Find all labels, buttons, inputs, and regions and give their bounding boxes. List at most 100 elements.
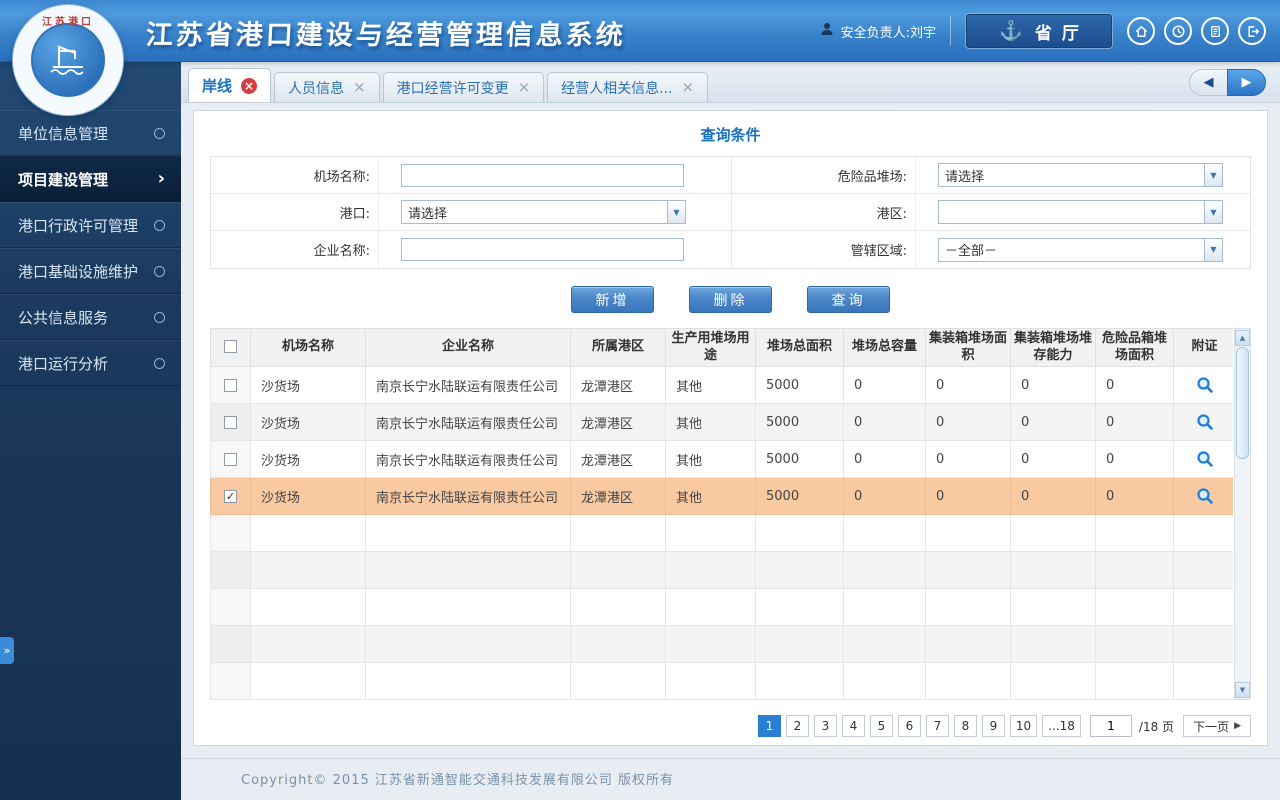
row-checkbox[interactable]: ✓ (224, 489, 237, 503)
select-box[interactable]: 请选择 ▼ (938, 163, 1223, 187)
page-button-5[interactable]: 5 (869, 715, 893, 737)
empty-cell (570, 588, 666, 626)
logout-icon[interactable] (1238, 17, 1266, 45)
tab-3[interactable]: 港口经营许可变更 × (382, 72, 545, 102)
view-attachment-icon[interactable] (1196, 487, 1214, 505)
empty-cell (1095, 588, 1174, 626)
empty-cell (925, 662, 1011, 700)
province-office-button[interactable]: ⚓ 省厅 (965, 13, 1113, 49)
select-all-checkbox[interactable] (224, 340, 237, 354)
empty-cell (210, 551, 251, 589)
empty-cell (365, 588, 571, 626)
next-page-label: 下一页 (1193, 719, 1230, 734)
page-button-8[interactable]: 8 (953, 715, 977, 737)
table-cell: 0 (843, 477, 926, 515)
table-cell: 0 (925, 440, 1011, 478)
page-button-4[interactable]: 4 (841, 715, 865, 737)
sidebar-item-4[interactable]: 港口基础设施维护 (0, 248, 181, 294)
query-row: 港口: 请选择 ▼ 港区: ▼ (211, 194, 1250, 231)
page-button-2[interactable]: 2 (785, 715, 809, 737)
province-office-label: 省厅 (1034, 23, 1089, 43)
next-tab-button[interactable]: ▶ (1227, 69, 1266, 96)
sidebar-item-label: 港口行政许可管理 (18, 216, 139, 235)
page-button-7[interactable]: 7 (925, 715, 949, 737)
page-number-input[interactable] (1089, 715, 1132, 737)
empty-cell (1010, 662, 1096, 700)
add-button[interactable]: 新增 (571, 286, 654, 313)
field-cell: －全部－ ▼ (916, 231, 1250, 268)
table-row[interactable]: 沙货场 南京长宁水陆联运有限责任公司 龙潭港区 其他 5000 0 0 0 0 (210, 403, 1233, 441)
tab-close-icon[interactable]: × (682, 80, 695, 95)
tab-label: 经营人相关信息... (561, 80, 673, 97)
tab-4[interactable]: 经营人相关信息... × (547, 72, 709, 102)
page-button-10[interactable]: 10 (1009, 715, 1038, 737)
empty-cell (843, 625, 926, 663)
empty-cell (570, 662, 666, 700)
empty-table-row (210, 588, 1233, 626)
column-header: 堆场总面积 (755, 328, 844, 367)
row-checkbox[interactable] (224, 378, 237, 392)
view-attachment-icon[interactable] (1196, 413, 1214, 431)
header-divider (950, 16, 951, 46)
page-button-6[interactable]: 6 (897, 715, 921, 737)
table-cell: 南京长宁水陆联运有限责任公司 (365, 477, 571, 515)
tab-close-icon[interactable]: × (518, 80, 531, 95)
table-cell: 南京长宁水陆联运有限责任公司 (365, 403, 571, 441)
home-icon[interactable] (1127, 17, 1155, 45)
row-checkbox[interactable] (224, 415, 237, 429)
scroll-down-icon[interactable]: ▼ (1235, 682, 1250, 698)
text-input[interactable] (401, 238, 684, 261)
text-input[interactable] (401, 163, 684, 187)
tab-2[interactable]: 人员信息 × (274, 72, 380, 102)
table-cell: 0 (843, 403, 926, 441)
tab-close-icon[interactable]: × (353, 80, 366, 95)
sidebar-item-3[interactable]: 港口行政许可管理 (0, 202, 181, 248)
document-icon[interactable] (1201, 17, 1229, 45)
row-checkbox[interactable] (224, 452, 237, 466)
scroll-up-icon[interactable]: ▲ (1235, 330, 1250, 346)
empty-cell (1095, 662, 1174, 700)
select-box[interactable]: 请选择 ▼ (401, 200, 686, 224)
select-box[interactable]: ▼ (938, 200, 1223, 224)
table-cell: 其他 (665, 440, 756, 478)
next-page-arrow-icon: ▶ (1234, 721, 1241, 731)
empty-cell (250, 588, 366, 626)
tab-close-icon[interactable]: × (241, 77, 258, 94)
query-form: 机场名称: 危险品堆场: 请选择 ▼ 港口: 请选择 ▼ 港区: ▼ 企业名称: 管辖区域: －全部－… (210, 156, 1251, 269)
sidebar-item-5[interactable]: 公共信息服务 (0, 294, 181, 340)
history-clock-icon[interactable] (1164, 17, 1192, 45)
view-attachment-icon[interactable] (1196, 376, 1214, 394)
page-button-11[interactable]: ...18 (1042, 715, 1081, 737)
table-scrollbar[interactable]: ▲ ▼ (1234, 328, 1251, 700)
empty-cell (755, 514, 844, 552)
search-button[interactable]: 查询 (807, 286, 890, 313)
empty-cell (925, 514, 1011, 552)
scrollbar-thumb[interactable] (1236, 347, 1249, 459)
empty-cell (1010, 551, 1096, 589)
sidebar-item-2[interactable]: 项目建设管理 › (0, 156, 181, 202)
table-cell: 龙潭港区 (570, 477, 666, 515)
tab-1[interactable]: 岸线 × (188, 68, 272, 102)
empty-cell (365, 625, 571, 663)
table-cell: 5000 (755, 403, 844, 441)
sidebar-item-1[interactable]: 单位信息管理 (0, 110, 181, 156)
page-button-9[interactable]: 9 (981, 715, 1005, 737)
delete-button[interactable]: 删除 (689, 286, 772, 313)
sidebar: 单位信息管理 项目建设管理 › 港口行政许可管理港口基础设施维护 公共信息服务 港口运行分… (0, 62, 181, 800)
table-cell: 0 (925, 403, 1011, 441)
table-cell: 沙货场 (250, 403, 366, 441)
table-row[interactable]: 沙货场 南京长宁水陆联运有限责任公司 龙潭港区 其他 5000 0 0 0 0 (210, 366, 1233, 404)
top-header: 江苏省港口建设与经营管理信息系统 安全负责人:刘宇 ⚓ 省厅 (0, 0, 1280, 62)
page-button-3[interactable]: 3 (813, 715, 837, 737)
select-box[interactable]: －全部－ ▼ (938, 237, 1223, 262)
page-button-1[interactable]: 1 (757, 715, 781, 737)
table-cell: 0 (1095, 477, 1174, 515)
table-row[interactable]: ✓ 沙货场 南京长宁水陆联运有限责任公司 龙潭港区 其他 5000 0 0 0 0 (210, 477, 1233, 515)
prev-tab-button[interactable]: ◀ (1189, 69, 1228, 96)
table-row[interactable]: 沙货场 南京长宁水陆联运有限责任公司 龙潭港区 其他 5000 0 0 0 0 (210, 440, 1233, 478)
sidebar-collapse-handle[interactable]: » (0, 637, 14, 664)
sidebar-item-6[interactable]: 港口运行分析 (0, 340, 181, 386)
next-page-button[interactable]: 下一页 ▶ (1183, 715, 1251, 737)
view-attachment-icon[interactable] (1196, 450, 1214, 468)
table-header-row: 机场名称 企业名称 所属港区 生产用堆场用途 堆场总面积 堆场总容量 集装箱堆场面积 集装箱堆… (210, 328, 1233, 367)
